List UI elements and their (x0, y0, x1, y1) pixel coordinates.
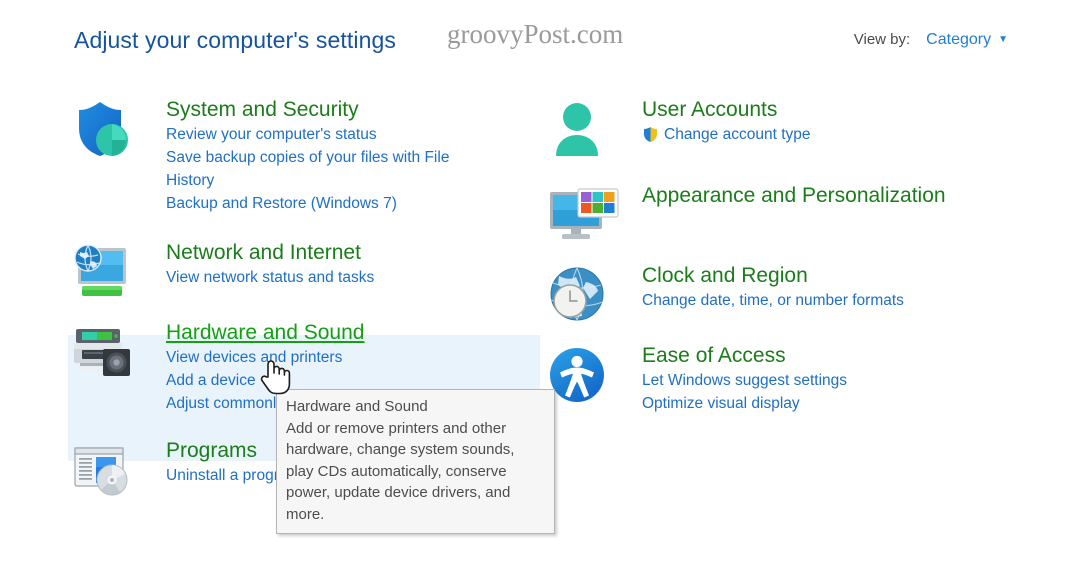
category-title[interactable]: Network and Internet (166, 239, 361, 266)
globe-clock-icon (546, 266, 608, 324)
category-title[interactable]: Clock and Region (642, 262, 808, 289)
link-backup-restore[interactable]: Backup and Restore (Windows 7) (166, 192, 542, 215)
uac-shield-icon (642, 126, 659, 143)
right-column: User Accounts Change account type Appear… (538, 96, 1038, 415)
category-clock-and-region[interactable]: Clock and Region Change date, time, or n… (538, 262, 1038, 321)
link-let-windows-suggest[interactable]: Let Windows suggest settings (642, 369, 1038, 392)
link-view-network-status[interactable]: View network status and tasks (166, 266, 542, 289)
link-review-status[interactable]: Review your computer's status (166, 123, 542, 146)
link-file-history[interactable]: Save backup copies of your files with Fi… (166, 146, 496, 192)
view-by-control: View by: Category ▼ (854, 31, 1008, 49)
category-title[interactable]: System and Security (166, 96, 359, 123)
category-title[interactable]: Appearance and Personalization (642, 182, 946, 209)
monitor-palette-icon (546, 186, 619, 244)
link-change-account-type[interactable]: Change account type (642, 123, 1038, 146)
view-by-value: Category (926, 31, 992, 48)
control-panel-window: Adjust your computer's settings groovyPo… (0, 0, 1080, 584)
network-monitor-globe-icon (70, 243, 132, 301)
tooltip-body: Add or remove printers and other hardwar… (286, 419, 515, 523)
tooltip: Hardware and Sound Add or remove printer… (276, 389, 555, 534)
user-account-icon (546, 100, 608, 158)
watermark: groovyPost.com (447, 19, 624, 49)
category-title[interactable]: User Accounts (642, 96, 777, 123)
category-title[interactable]: Ease of Access (642, 342, 786, 369)
printer-speaker-icon (70, 323, 132, 381)
link-change-date-time[interactable]: Change date, time, or number formats (642, 289, 1038, 312)
programs-disc-icon (70, 441, 132, 499)
category-appearance-and-personalization[interactable]: Appearance and Personalization (538, 182, 1038, 240)
category-title[interactable]: Programs (166, 437, 257, 464)
link-optimize-visual-display[interactable]: Optimize visual display (642, 392, 1038, 415)
category-ease-of-access[interactable]: Ease of Access Let Windows suggest setti… (538, 342, 1038, 415)
category-user-accounts[interactable]: User Accounts Change account type (538, 96, 1038, 156)
category-system-and-security[interactable]: System and Security Review your computer… (62, 96, 542, 215)
link-view-devices-printers[interactable]: View devices and printers (166, 346, 542, 369)
page-title: Adjust your computer's settings (74, 27, 396, 53)
category-title[interactable]: Hardware and Sound (166, 319, 364, 346)
header: Adjust your computer's settings groovyPo… (0, 0, 1080, 78)
view-by-dropdown[interactable]: Category ▼ (926, 31, 1008, 49)
tooltip-title: Hardware and Sound (286, 398, 428, 415)
hand-cursor-icon (258, 355, 292, 395)
ease-of-access-icon (546, 346, 608, 404)
shield-security-icon (70, 100, 132, 158)
link-label: Change account type (664, 126, 811, 143)
category-network-and-internet[interactable]: Network and Internet View network status… (62, 239, 542, 297)
chevron-down-icon: ▼ (998, 34, 1008, 45)
view-by-label: View by: (853, 31, 911, 48)
